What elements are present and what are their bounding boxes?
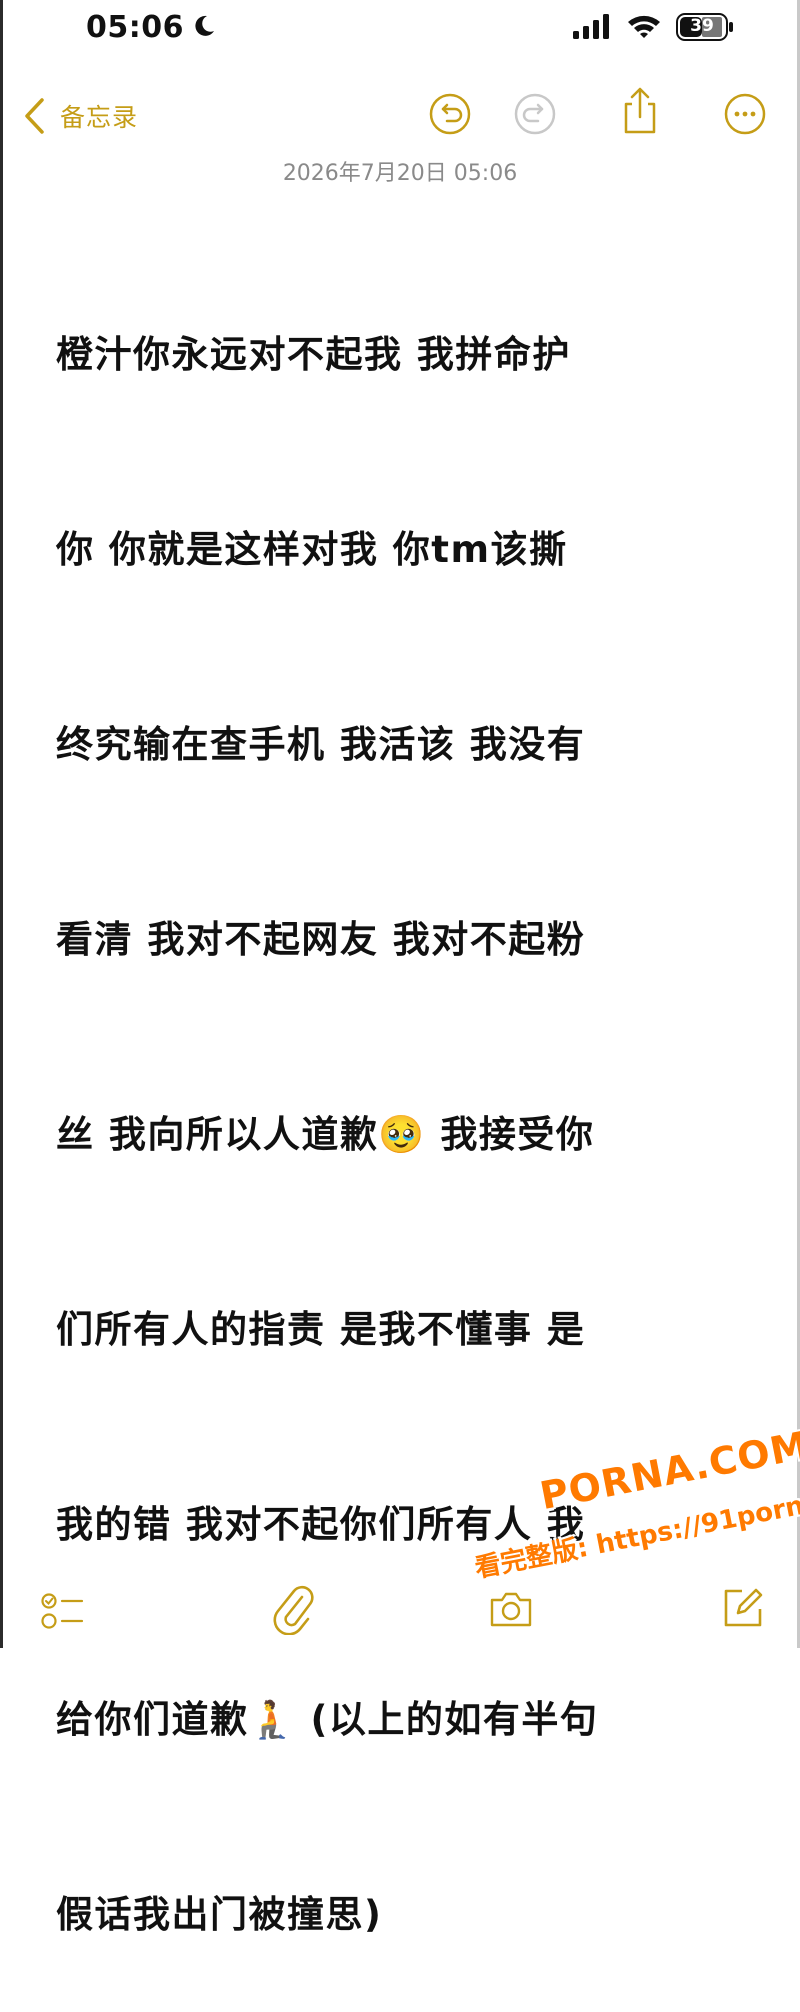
moon-icon	[195, 15, 214, 36]
note-line: 终究输在查手机 我活该 我没有	[56, 723, 586, 766]
note-line: 给你们道歉🧎 (以上的如有半句	[56, 1698, 599, 1741]
checklist-icon[interactable]	[40, 1591, 84, 1631]
note-line: 你 你就是这样对我 你tm该撕	[56, 528, 568, 571]
share-icon[interactable]	[618, 86, 662, 136]
signal-icon	[573, 14, 609, 39]
redo-icon[interactable]	[513, 92, 557, 136]
status-time: 05:06	[86, 10, 184, 45]
undo-icon[interactable]	[428, 92, 472, 136]
chevron-left-icon	[25, 98, 44, 134]
device-frame-left	[0, 0, 3, 1648]
more-icon[interactable]	[723, 92, 767, 136]
note-line: 丝 我向所以人道歉🥹 我接受你	[56, 1113, 595, 1156]
paperclip-icon[interactable]	[272, 1583, 316, 1635]
battery-level: 39	[690, 16, 714, 36]
note-date: 2026年7月20日 05:06	[282, 161, 518, 186]
note-line: 看清 我对不起网友 我对不起粉	[56, 918, 586, 961]
back-label: 备忘录	[60, 103, 139, 132]
note-line: 假话我出门被撞思)	[56, 1893, 383, 1936]
nav-bar: 备忘录	[0, 80, 800, 150]
compose-icon[interactable]	[722, 1587, 764, 1629]
note-body[interactable]: 橙汁你永远对不起我 我拼命护 你 你就是这样对我 你tm该撕 终究输在查手机 我…	[56, 192, 736, 2012]
note-line: 们所有人的指责 是我不懂事 是	[56, 1308, 586, 1351]
note-line: 橙汁你永远对不起我 我拼命护	[56, 333, 571, 376]
back-button[interactable]: 备忘录	[22, 96, 138, 136]
status-bar: 05:06 39	[0, 0, 800, 60]
wifi-icon	[628, 15, 660, 38]
